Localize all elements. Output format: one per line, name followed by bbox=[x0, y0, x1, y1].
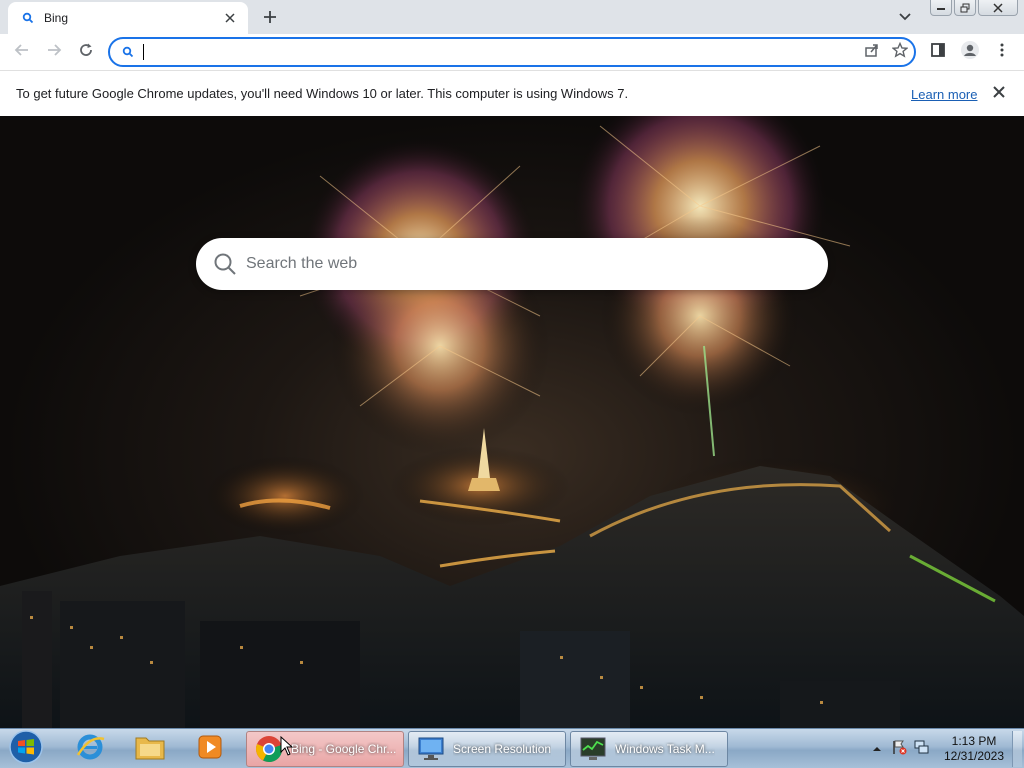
tray-expand-button[interactable] bbox=[866, 738, 888, 760]
network-icon bbox=[913, 739, 929, 760]
pinned-file-explorer[interactable] bbox=[124, 731, 176, 767]
taskbar-item-label: Windows Task M... bbox=[615, 742, 715, 756]
infobar-message: To get future Google Chrome updates, you… bbox=[16, 86, 629, 101]
side-panel-icon bbox=[930, 42, 946, 63]
search-icon bbox=[212, 251, 238, 277]
clock-date: 12/31/2023 bbox=[943, 749, 1005, 763]
profile-button[interactable] bbox=[956, 38, 984, 66]
infobar-close-button[interactable] bbox=[989, 84, 1009, 104]
browser-toolbar bbox=[0, 34, 1024, 70]
task-manager-icon bbox=[579, 735, 607, 763]
tray-network[interactable] bbox=[910, 738, 932, 760]
bookmark-button[interactable] bbox=[886, 39, 914, 65]
flag-warning-icon bbox=[891, 739, 907, 760]
internet-explorer-icon bbox=[74, 731, 106, 768]
more-vert-icon bbox=[994, 42, 1010, 63]
tab-bing[interactable]: Bing bbox=[8, 2, 248, 34]
background-image bbox=[0, 116, 1024, 728]
search-icon bbox=[120, 44, 136, 60]
side-panel-button[interactable] bbox=[924, 38, 952, 66]
menu-button[interactable] bbox=[988, 38, 1016, 66]
reload-icon bbox=[78, 42, 94, 63]
start-button[interactable] bbox=[6, 729, 46, 768]
reload-button[interactable] bbox=[72, 38, 100, 66]
monitor-icon bbox=[417, 735, 445, 763]
new-tab-button[interactable] bbox=[258, 6, 282, 28]
share-button[interactable] bbox=[858, 39, 886, 65]
taskbar: Bing - Google Chr... Screen Resolution W… bbox=[0, 728, 1024, 768]
window-controls bbox=[930, 0, 1018, 16]
pinned-media-player[interactable] bbox=[184, 731, 236, 767]
learn-more-link[interactable]: Learn more bbox=[911, 87, 977, 102]
chrome-icon bbox=[255, 735, 283, 763]
clock[interactable]: 1:13 PM 12/31/2023 bbox=[938, 734, 1010, 764]
taskbar-item-label: Bing - Google Chr... bbox=[291, 742, 397, 756]
tab-title: Bing bbox=[44, 11, 69, 25]
tab-search-button[interactable] bbox=[893, 6, 917, 28]
star-icon bbox=[891, 41, 909, 63]
tray-action-center[interactable] bbox=[888, 738, 910, 760]
close-icon bbox=[993, 85, 1005, 103]
pinned-internet-explorer[interactable] bbox=[64, 731, 116, 767]
close-icon[interactable] bbox=[222, 10, 238, 26]
back-button[interactable] bbox=[8, 38, 36, 66]
web-search-box[interactable]: Search the web bbox=[196, 238, 828, 290]
clock-time: 1:13 PM bbox=[951, 734, 997, 748]
arrow-right-icon bbox=[46, 42, 62, 63]
taskbar-item-label: Screen Resolution bbox=[453, 742, 552, 756]
taskbar-item-task-manager[interactable]: Windows Task M... bbox=[570, 731, 728, 767]
minimize-button[interactable] bbox=[930, 0, 952, 16]
avatar-icon bbox=[960, 40, 980, 65]
text-caret bbox=[143, 44, 144, 60]
chevron-up-icon bbox=[872, 740, 882, 758]
window-close-button[interactable] bbox=[978, 0, 1018, 16]
folder-icon bbox=[134, 732, 166, 767]
share-icon bbox=[864, 42, 880, 63]
search-placeholder: Search the web bbox=[246, 255, 358, 272]
mouse-cursor-icon bbox=[280, 736, 294, 756]
page-content: Search the web bbox=[0, 116, 1024, 728]
update-infobar: To get future Google Chrome updates, you… bbox=[0, 70, 1024, 116]
arrow-left-icon bbox=[14, 42, 30, 63]
taskbar-item-chrome[interactable]: Bing - Google Chr... bbox=[246, 731, 404, 767]
restore-button[interactable] bbox=[954, 0, 976, 16]
tab-strip: Bing bbox=[0, 0, 1024, 34]
address-input[interactable] bbox=[144, 44, 858, 60]
windows-logo-icon bbox=[9, 729, 43, 768]
search-icon bbox=[20, 10, 36, 26]
taskbar-item-screen-resolution[interactable]: Screen Resolution bbox=[408, 731, 566, 767]
forward-button[interactable] bbox=[40, 38, 68, 66]
address-bar[interactable] bbox=[108, 37, 916, 67]
media-player-icon bbox=[196, 733, 224, 766]
show-desktop-button[interactable] bbox=[1012, 731, 1022, 767]
